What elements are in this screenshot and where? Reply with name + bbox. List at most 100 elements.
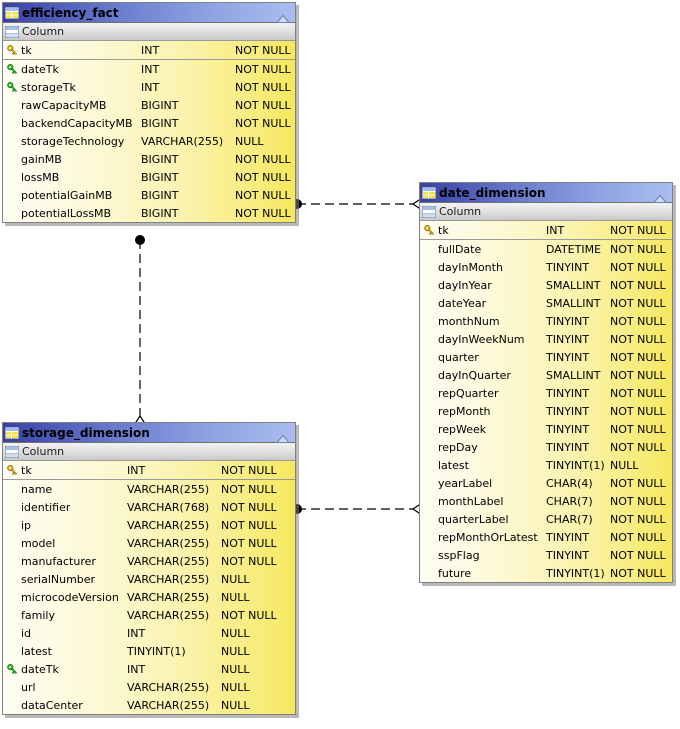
collapse-arrow-icon[interactable]	[276, 428, 290, 437]
table-header-date_dimension[interactable]: date_dimension	[420, 183, 672, 203]
table-date_dimension[interactable]: date_dimension Column tk INT NOT NULL fullDat…	[419, 182, 673, 583]
column-row[interactable]: microcodeVersion VARCHAR(255) NULL	[3, 588, 295, 606]
column-nullability: NOT NULL	[610, 314, 666, 328]
column-row[interactable]: storageTechnology VARCHAR(255) NULL	[3, 132, 295, 150]
column-row[interactable]: serialNumber VARCHAR(255) NULL	[3, 570, 295, 588]
column-row[interactable]: identifier VARCHAR(768) NOT NULL	[3, 498, 295, 516]
column-row[interactable]: name VARCHAR(255) NOT NULL	[3, 480, 295, 498]
table-header-storage_dimension[interactable]: storage_dimension	[3, 423, 295, 443]
column-row[interactable]: yearLabel CHAR(4) NOT NULL	[420, 474, 672, 492]
column-row[interactable]: quarterLabel CHAR(7) NOT NULL	[420, 510, 672, 528]
column-nullability: NOT NULL	[610, 260, 666, 274]
column-name: manufacturer	[21, 554, 96, 568]
column-row[interactable]: potentialGainMB BIGINT NOT NULL	[3, 186, 295, 204]
column-name: dayInWeekNum	[438, 332, 525, 346]
column-row[interactable]: monthLabel CHAR(7) NOT NULL	[420, 492, 672, 510]
column-datatype: INT	[141, 43, 160, 57]
column-name: repDay	[438, 440, 478, 454]
column-name: identifier	[21, 500, 71, 514]
column-row[interactable]: model VARCHAR(255) NOT NULL	[3, 534, 295, 552]
table-efficiency_fact[interactable]: efficiency_fact Column tk INT NOT NULL dateTk…	[2, 2, 296, 223]
table-storage_dimension[interactable]: storage_dimension Column tk INT NOT NULL name…	[2, 422, 296, 715]
column-row[interactable]: sspFlag TINYINT NOT NULL	[420, 546, 672, 564]
column-row[interactable]: repMonth TINYINT NOT NULL	[420, 402, 672, 420]
collapse-arrow-icon[interactable]	[276, 8, 290, 17]
column-datatype: BIGINT	[141, 116, 179, 130]
column-datatype: INT	[127, 662, 146, 676]
column-datatype: TINYINT	[546, 440, 590, 454]
column-datatype: TINYINT	[546, 332, 590, 346]
relationship-efficiency_fact-to-date_dimension[interactable]	[287, 194, 429, 215]
column-datatype: VARCHAR(255)	[127, 590, 210, 604]
column-row[interactable]: monthNum TINYINT NOT NULL	[420, 312, 672, 330]
column-section-header[interactable]: Column	[3, 443, 295, 461]
column-nullability: NOT NULL	[610, 386, 666, 400]
column-row[interactable]: repQuarter TINYINT NOT NULL	[420, 384, 672, 402]
relationship-efficiency_fact-to-storage_dimension[interactable]	[130, 230, 151, 432]
foreign-key-icon	[3, 82, 21, 93]
collapse-arrow-icon[interactable]	[653, 188, 667, 197]
column-nullability: NOT NULL	[235, 80, 291, 94]
column-row[interactable]: url VARCHAR(255) NULL	[3, 678, 295, 696]
column-nullability: NOT NULL	[610, 332, 666, 346]
column-row[interactable]: ip VARCHAR(255) NOT NULL	[3, 516, 295, 534]
column-row[interactable]: dateYear SMALLINT NOT NULL	[420, 294, 672, 312]
column-name: repWeek	[438, 422, 487, 436]
column-row[interactable]: quarter TINYINT NOT NULL	[420, 348, 672, 366]
column-row[interactable]: gainMB BIGINT NOT NULL	[3, 150, 295, 168]
column-row[interactable]: dayInWeekNum TINYINT NOT NULL	[420, 330, 672, 348]
column-row[interactable]: rawCapacityMB BIGINT NOT NULL	[3, 96, 295, 114]
column-name: microcodeVersion	[21, 590, 119, 604]
column-row[interactable]: latest TINYINT(1) NULL	[420, 456, 672, 474]
column-row[interactable]: manufacturer VARCHAR(255) NOT NULL	[3, 552, 295, 570]
column-row[interactable]: repMonthOrLatest TINYINT NOT NULL	[420, 528, 672, 546]
column-row[interactable]: dayInQuarter SMALLINT NOT NULL	[420, 366, 672, 384]
column-name: dateTk	[21, 62, 59, 76]
table-icon	[5, 7, 19, 19]
column-nullability: NOT NULL	[221, 500, 277, 514]
column-row[interactable]: dateTk INT NOT NULL	[3, 60, 295, 78]
column-datatype: VARCHAR(255)	[141, 134, 224, 148]
column-row[interactable]: tk INT NOT NULL	[420, 221, 672, 240]
column-name: gainMB	[21, 152, 62, 166]
column-nullability: NULL	[221, 590, 250, 604]
column-name: tk	[21, 43, 32, 57]
column-name: dateTk	[21, 662, 59, 676]
column-row[interactable]: family VARCHAR(255) NOT NULL	[3, 606, 295, 624]
column-row[interactable]: repWeek TINYINT NOT NULL	[420, 420, 672, 438]
column-datatype: TINYINT	[546, 314, 590, 328]
column-section-header[interactable]: Column	[420, 203, 672, 221]
column-row[interactable]: backendCapacityMB BIGINT NOT NULL	[3, 114, 295, 132]
column-icon	[422, 206, 436, 218]
column-nullability: NOT NULL	[610, 494, 666, 508]
table-icon	[422, 187, 436, 199]
column-datatype: TINYINT	[546, 260, 590, 274]
column-row[interactable]: dateTk INT NULL	[3, 660, 295, 678]
column-nullability: NULL	[221, 662, 250, 676]
foreign-key-icon	[3, 664, 21, 675]
column-row[interactable]: latest TINYINT(1) NULL	[3, 642, 295, 660]
column-row[interactable]: dayInMonth TINYINT NOT NULL	[420, 258, 672, 276]
primary-key-icon	[3, 465, 21, 476]
column-row[interactable]: tk INT NOT NULL	[3, 41, 295, 60]
column-row[interactable]: dataCenter VARCHAR(255) NULL	[3, 696, 295, 714]
column-name: monthLabel	[438, 494, 504, 508]
column-row[interactable]: id INT NULL	[3, 624, 295, 642]
column-row[interactable]: storageTk INT NOT NULL	[3, 78, 295, 96]
column-row[interactable]: tk INT NOT NULL	[3, 461, 295, 480]
relationship-storage_dimension-to-date_dimension[interactable]	[287, 499, 429, 520]
column-row[interactable]: dayInYear SMALLINT NOT NULL	[420, 276, 672, 294]
column-row[interactable]: lossMB BIGINT NOT NULL	[3, 168, 295, 186]
column-row[interactable]: fullDate DATETIME NOT NULL	[420, 240, 672, 258]
column-datatype: CHAR(7)	[546, 494, 593, 508]
column-row[interactable]: potentialLossMB BIGINT NOT NULL	[3, 204, 295, 222]
column-name: storageTechnology	[21, 134, 125, 148]
column-row[interactable]: future TINYINT(1) NOT NULL	[420, 564, 672, 582]
table-header-efficiency_fact[interactable]: efficiency_fact	[3, 3, 295, 23]
column-name: dataCenter	[21, 698, 83, 712]
column-name: rawCapacityMB	[21, 98, 107, 112]
column-nullability: NOT NULL	[610, 368, 666, 382]
column-nullability: NOT NULL	[235, 206, 291, 220]
column-row[interactable]: repDay TINYINT NOT NULL	[420, 438, 672, 456]
column-section-header[interactable]: Column	[3, 23, 295, 41]
